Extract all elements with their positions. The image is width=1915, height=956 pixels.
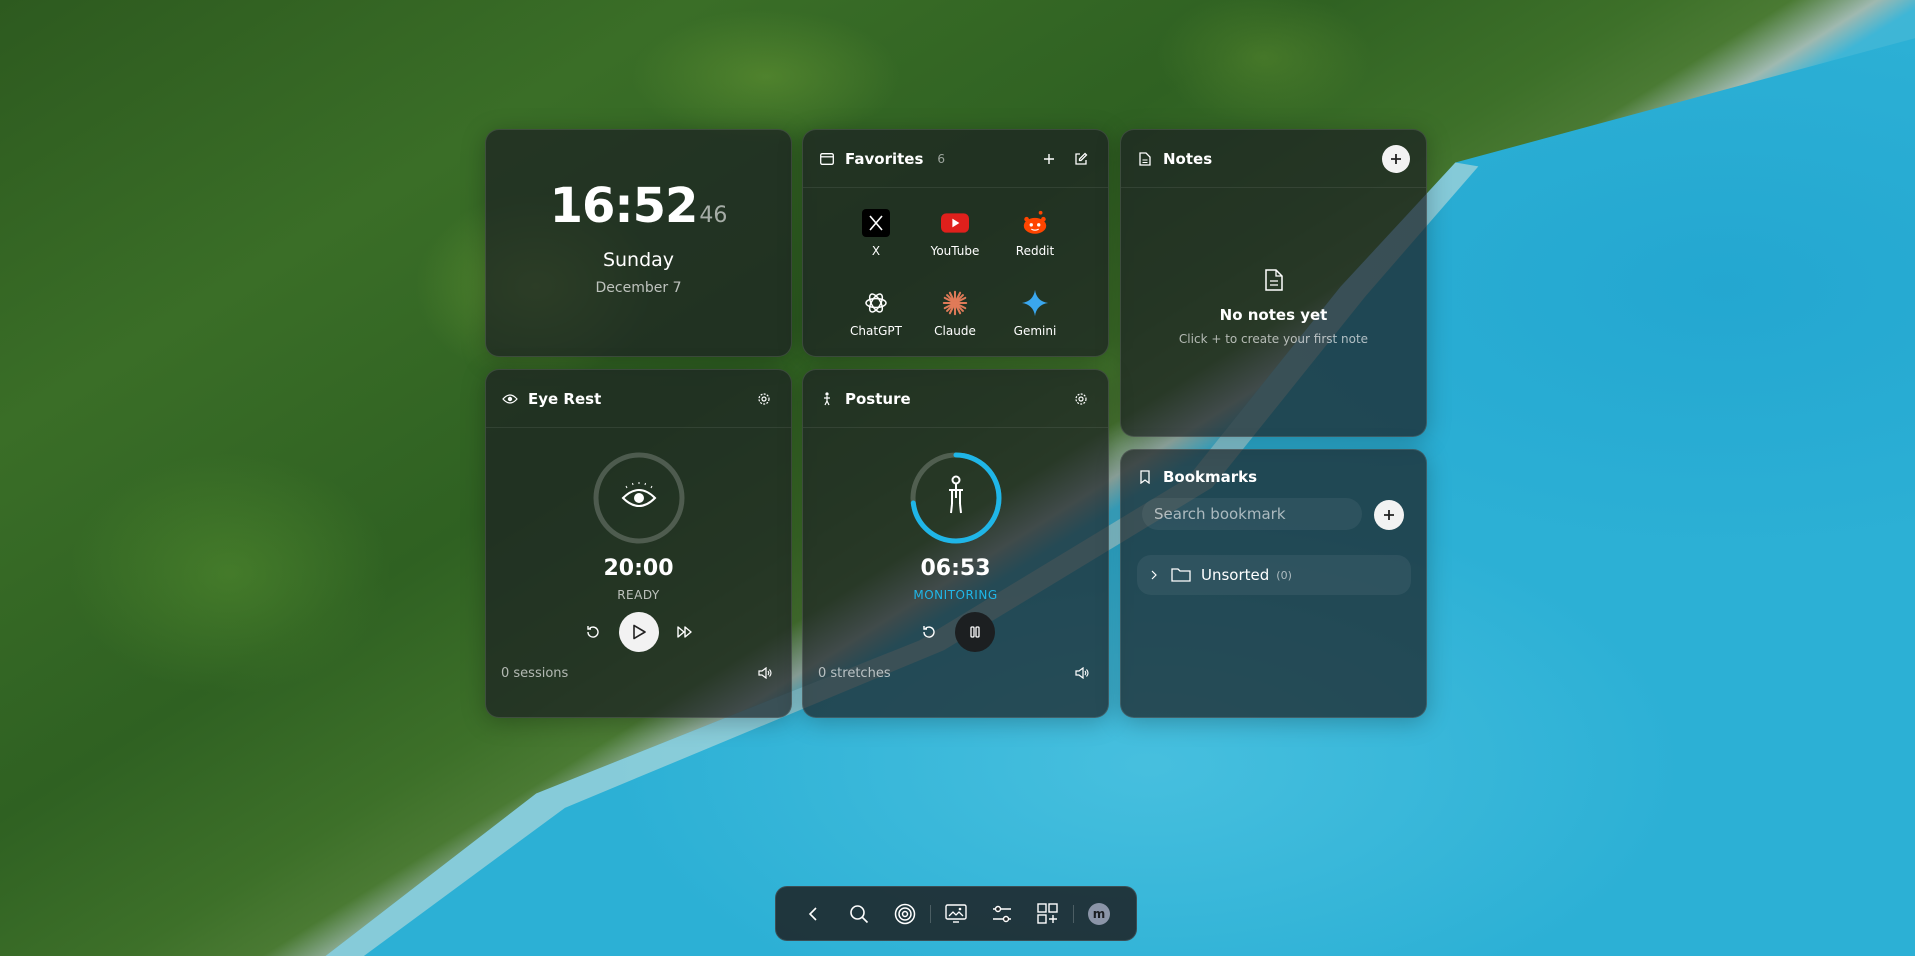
posture-time: 06:53 <box>920 556 991 581</box>
clock-time: 16:5246 <box>485 178 792 234</box>
clock-hours-minutes: 16:52 <box>549 178 699 234</box>
clock-widget <box>485 129 792 357</box>
avatar: m <box>1088 902 1110 925</box>
favorite-label: ChatGPT <box>850 324 902 338</box>
favorite-x[interactable]: X <box>836 209 916 258</box>
eye-rest-header: Eye Rest <box>486 370 791 428</box>
favorite-label: Gemini <box>1013 324 1057 338</box>
wallpaper-icon[interactable] <box>933 894 979 934</box>
user-avatar-button[interactable]: m <box>1076 894 1122 934</box>
clock-day: Sunday <box>602 249 675 271</box>
settings-sliders-icon[interactable] <box>979 894 1025 934</box>
bookmarks-title: Bookmarks <box>1163 468 1258 486</box>
favorite-chatgpt[interactable]: ChatGPT <box>836 289 916 338</box>
notes-empty-title: No notes yet <box>1219 306 1328 324</box>
chevron-left-icon[interactable] <box>790 894 836 934</box>
x-logo-icon <box>862 209 890 237</box>
favorites-count: 6 <box>937 151 946 166</box>
clock-date: December 7 <box>595 280 682 296</box>
skip-icon[interactable] <box>673 620 697 644</box>
notes-widget: Notes No notes yet Click + to create you… <box>1120 129 1427 437</box>
document-icon <box>1137 148 1153 170</box>
eye-rest-title: Eye Rest <box>528 389 602 408</box>
reddit-logo-icon <box>1021 209 1049 237</box>
favorites-title: Favorites <box>845 149 924 168</box>
favorite-label: Claude <box>934 324 976 338</box>
eye-rest-status: READY <box>617 588 660 602</box>
favorite-label: YouTube <box>930 244 980 258</box>
posture-settings-icon[interactable] <box>1070 388 1092 410</box>
favorite-youtube[interactable]: YouTube <box>915 209 995 258</box>
eye-rest-controls <box>485 612 792 652</box>
person-icon <box>948 475 963 514</box>
edit-favorites-icon[interactable] <box>1070 148 1092 170</box>
eye-rest-ring <box>485 450 792 546</box>
posture-status: MONITORING <box>913 588 998 602</box>
posture-header: Posture <box>803 370 1108 428</box>
favorite-label: X <box>871 244 881 258</box>
browser-window-icon <box>819 148 835 170</box>
gemini-logo-icon <box>1021 289 1049 317</box>
notes-title: Notes <box>1163 149 1213 168</box>
folder-icon <box>1171 567 1191 583</box>
eye-rest-settings-icon[interactable] <box>753 388 775 410</box>
notes-empty-subtitle: Click + to create your first note <box>1178 332 1369 346</box>
chatgpt-logo-icon <box>862 289 890 317</box>
bookmark-folder-unsorted[interactable]: Unsorted (0) <box>1137 555 1411 595</box>
clock-seconds: 46 <box>699 203 728 228</box>
favorites-header: Favorites 6 <box>803 130 1108 188</box>
notes-header: Notes <box>1121 130 1426 188</box>
chevron-right-icon <box>1149 570 1159 580</box>
bookmarks-header: Bookmarks <box>1137 466 1257 488</box>
sound-icon[interactable] <box>1071 662 1093 684</box>
dock-divider <box>1073 904 1074 923</box>
reset-icon[interactable] <box>917 620 941 644</box>
claude-logo-icon <box>941 289 969 317</box>
pause-button[interactable] <box>954 612 995 652</box>
add-note-button[interactable] <box>1382 144 1410 173</box>
reset-icon[interactable] <box>581 620 605 644</box>
favorite-reddit[interactable]: Reddit <box>995 209 1075 258</box>
posture-controls <box>802 612 1109 652</box>
person-icon <box>819 388 835 410</box>
focus-target-icon[interactable] <box>882 894 928 934</box>
play-button[interactable] <box>618 612 659 652</box>
eye-icon <box>621 482 656 507</box>
eye-rest-sessions: 0 sessions <box>501 665 569 681</box>
document-icon <box>1121 268 1426 292</box>
posture-title: Posture <box>845 389 911 408</box>
sound-icon[interactable] <box>754 662 776 684</box>
eye-icon <box>502 388 518 410</box>
search-bookmark-input[interactable] <box>1142 498 1362 530</box>
youtube-logo-icon <box>941 209 969 237</box>
favorite-label: Reddit <box>1015 244 1055 258</box>
eye-rest-time: 20:00 <box>603 556 674 581</box>
folder-name: Unsorted <box>1201 566 1270 584</box>
dock-divider <box>930 904 931 923</box>
favorite-claude[interactable]: Claude <box>915 289 995 338</box>
bookmark-icon <box>1137 466 1153 488</box>
posture-stretches: 0 stretches <box>818 665 891 681</box>
notes-empty-state: No notes yet Click + to create your firs… <box>1121 268 1426 346</box>
posture-ring <box>802 450 1109 546</box>
folder-count: (0) <box>1276 568 1292 582</box>
add-bookmark-button[interactable] <box>1374 500 1404 530</box>
favorite-gemini[interactable]: Gemini <box>995 289 1075 338</box>
search-icon[interactable] <box>836 894 882 934</box>
add-favorite-icon[interactable] <box>1038 148 1060 170</box>
posture-footer: 0 stretches <box>818 662 1093 684</box>
bottom-dock: m <box>775 886 1137 941</box>
eye-rest-footer: 0 sessions <box>501 662 776 684</box>
add-widget-icon[interactable] <box>1025 894 1071 934</box>
